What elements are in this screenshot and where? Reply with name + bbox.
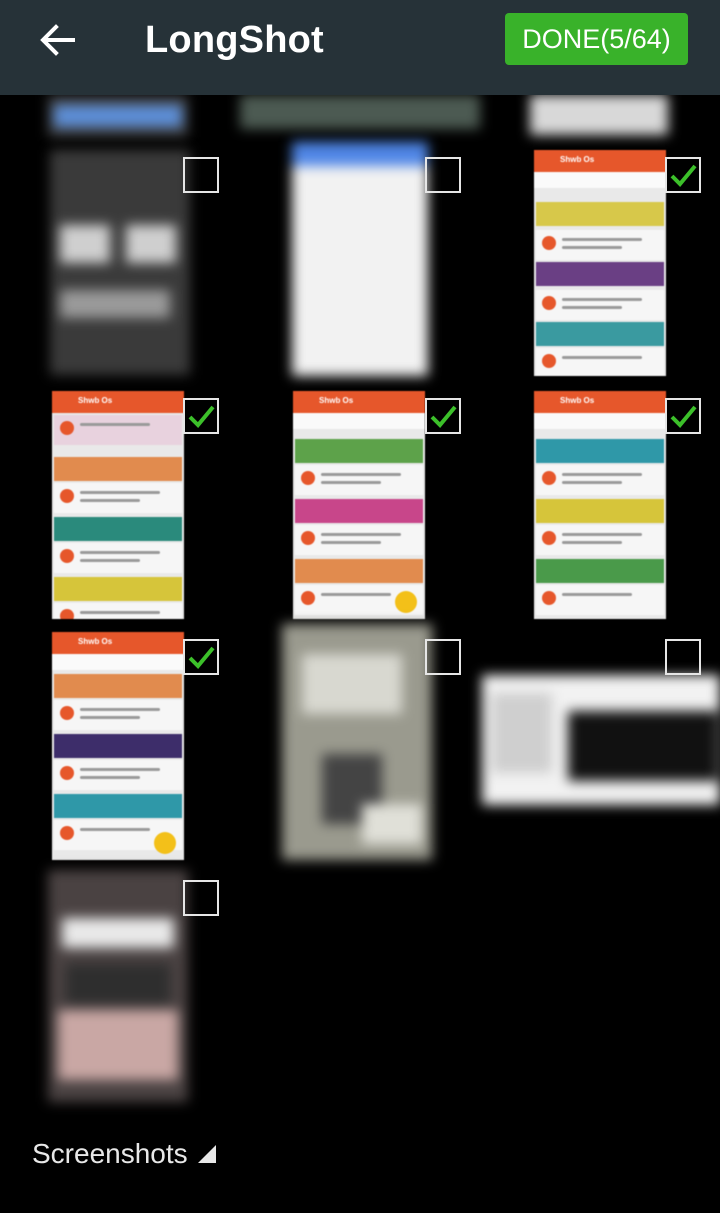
thumbnail[interactable]: Shwb Os	[534, 150, 666, 376]
arrow-left-icon	[40, 24, 75, 56]
album-selector[interactable]: Screenshots	[32, 1138, 216, 1170]
select-checkbox[interactable]	[665, 157, 701, 193]
done-button[interactable]: DONE(5/64)	[505, 13, 688, 65]
checkmark-icon	[188, 405, 215, 428]
thumbnail[interactable]: Shwb Os	[52, 391, 184, 619]
app-bar: LongShot DONE(5/64)	[0, 0, 720, 95]
triangle-dropdown-icon	[197, 1145, 216, 1163]
checkmark-icon	[670, 405, 697, 428]
select-checkbox[interactable]	[183, 639, 219, 675]
select-checkbox[interactable]	[183, 157, 219, 193]
thumbnail[interactable]	[50, 150, 190, 375]
select-checkbox[interactable]	[183, 398, 219, 434]
thumbnail[interactable]	[482, 675, 720, 805]
select-checkbox[interactable]	[665, 398, 701, 434]
select-checkbox[interactable]	[425, 398, 461, 434]
thumbnail[interactable]	[48, 870, 188, 1102]
checkmark-icon	[430, 405, 457, 428]
checkmark-icon	[670, 164, 697, 187]
select-checkbox[interactable]	[183, 880, 219, 916]
app-title: LongShot	[145, 19, 324, 61]
thumbnail[interactable]	[292, 142, 428, 376]
album-label: Screenshots	[32, 1138, 188, 1169]
back-button[interactable]	[30, 18, 84, 62]
checkmark-icon	[188, 646, 215, 669]
thumbnail[interactable]	[530, 95, 668, 135]
select-checkbox[interactable]	[665, 639, 701, 675]
thumbnail[interactable]: Shwb Os	[293, 391, 425, 619]
thumbnail[interactable]	[282, 624, 432, 860]
thumbnail[interactable]: Shwb Os	[534, 391, 666, 619]
select-checkbox[interactable]	[425, 639, 461, 675]
thumbnail[interactable]: Shwb Os	[52, 632, 184, 860]
thumbnail[interactable]	[48, 95, 188, 137]
thumbnail[interactable]	[240, 95, 480, 129]
select-checkbox[interactable]	[425, 157, 461, 193]
